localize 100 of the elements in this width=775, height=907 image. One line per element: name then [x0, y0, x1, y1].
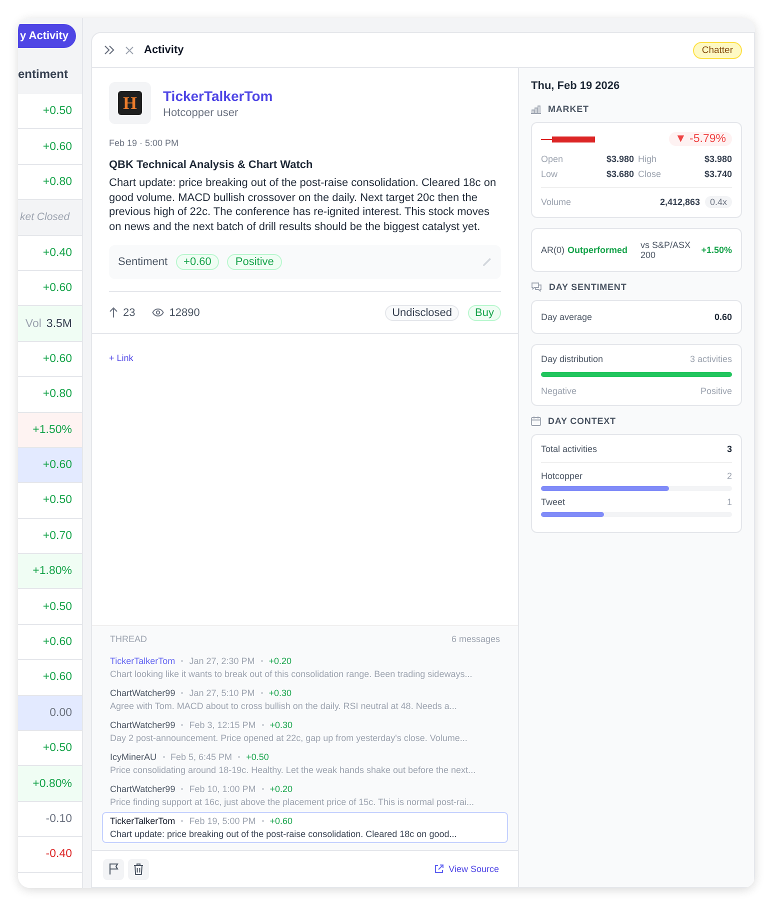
- post-title: QBK Technical Analysis & Chart Watch: [109, 159, 314, 171]
- section-title: DAY SENTIMENT: [549, 282, 627, 292]
- sentiment-value: +0.50: [42, 600, 72, 613]
- list-row[interactable]: +0.60: [18, 448, 82, 484]
- action-tag: Buy: [468, 304, 501, 321]
- sentiment-value: -0.40: [46, 848, 72, 860]
- change-badge: ▼ -5.79%: [668, 132, 732, 146]
- message-author: ChartWatcher99: [110, 720, 176, 730]
- market-closed-label: ket Closed: [20, 211, 70, 224]
- message-author: IcyMinerAU: [110, 752, 157, 762]
- sentiment-score: +0.60: [176, 254, 220, 270]
- section-title: MARKET: [548, 104, 589, 114]
- date-heading: Thu, Feb 19 2026: [531, 80, 621, 92]
- total-label: Total activities: [541, 444, 598, 454]
- price-label: Close: [638, 169, 662, 179]
- message-author: ChartWatcher99: [110, 784, 176, 794]
- list-row[interactable]: +0.80%: [18, 766, 82, 802]
- sentiment-value: +0.40: [42, 246, 72, 259]
- ar-label: AR(0): [541, 245, 565, 255]
- activity-count: 3 activities: [690, 354, 732, 364]
- thread-message[interactable]: ChartWatcher99 Jan 27, 5:10 PM +0.30 Agree with Tom. MACD about to cross bullish on the daily. RSI neutral at 48. Needs a...: [102, 684, 508, 715]
- message-score: +0.30: [270, 720, 293, 730]
- sentiment-value: 0.00: [50, 706, 72, 719]
- sentiment-value: +0.60: [42, 636, 72, 648]
- thread-message[interactable]: IcyMinerAU Feb 5, 6:45 PM +0.50 Price consolidating around 18-19c. Healthy. Let the weak hands shake out before the next...: [102, 748, 508, 779]
- distribution-label: Day distribution: [541, 354, 604, 364]
- thread-message[interactable]: TickerTalkerTom Feb 19, 5:00 PM +0.60 Chart update: price breaking out of the post-raise consolidation. Cleared 18c on good...: [102, 812, 508, 843]
- message-author: TickerTalkerTom: [110, 816, 176, 826]
- change-value: +1.50%: [32, 424, 72, 436]
- section-title: DAY CONTEXT: [548, 416, 616, 426]
- sentiment-value: +0.80: [42, 388, 72, 400]
- negative-label: Negative: [541, 386, 577, 396]
- message-preview: Agree with Tom. MACD about to cross bullish on the daily. RSI neutral at 48. Needs a...: [110, 701, 458, 711]
- eye-icon: [152, 308, 164, 318]
- sentiment-value: +0.60: [42, 140, 72, 153]
- post-body: Chart update: price breaking out of the post-raise consolidation. Cleared 18c on good volume. MACD bullish crossover on the daily. Next target 20c then the previous high of 22c. The conference has re-ignited interest. This stock moves on news and the next batch of drill results should be the biggest catalyst yet.: [109, 176, 498, 234]
- price-value: $3.980: [703, 154, 732, 164]
- view-source-link[interactable]: View Source: [434, 864, 507, 874]
- bar-chart-icon: [531, 104, 541, 114]
- ar-result: Outperformed: [568, 245, 628, 255]
- thread-message[interactable]: ChartWatcher99 Feb 10, 1:00 PM +0.20 Price finding support at 16c, just above the placement price of 15c. This is normal post-rai...: [102, 780, 508, 811]
- price-value: $3.680: [605, 169, 634, 179]
- list-row[interactable]: +1.50%: [18, 412, 82, 448]
- upvote-count: 23: [123, 306, 136, 319]
- message-time: Feb 10, 1:00 PM: [189, 784, 256, 794]
- view-count: 12890: [169, 306, 200, 319]
- message-time: Feb 3, 12:15 PM: [189, 720, 256, 730]
- my-activity-button[interactable]: y Activity: [18, 24, 76, 48]
- trash-icon: [133, 863, 144, 875]
- flag-button[interactable]: [103, 858, 124, 880]
- source-count: 1: [726, 497, 732, 507]
- list-row[interactable]: +0.70: [18, 518, 82, 554]
- list-row[interactable]: +1.80%: [18, 554, 82, 590]
- author-name[interactable]: TickerTalkerTom: [163, 88, 273, 104]
- message-preview: Price finding support at 16c, just above the placement price of 15c. This is normal post-rai...: [110, 797, 476, 807]
- sentiment-value: +0.60: [42, 352, 72, 365]
- sentiment-value: +0.50: [42, 742, 72, 754]
- close-icon[interactable]: [125, 46, 134, 54]
- price-value: $3.980: [605, 154, 634, 164]
- flag-icon: [108, 863, 120, 875]
- list-row[interactable]: 0.00: [18, 696, 82, 732]
- sentiment-label: Sentiment: [118, 256, 168, 268]
- message-time: Feb 19, 5:00 PM: [189, 816, 256, 826]
- sentiment-value: +0.50: [42, 494, 72, 506]
- change-value: +1.80%: [32, 565, 72, 578]
- source-name: Tweet: [541, 497, 566, 507]
- chatter-badge: Chatter: [692, 42, 742, 58]
- source-name: Hotcopper: [541, 471, 583, 481]
- list-row[interactable]: Vol 3.5M: [18, 306, 82, 342]
- position-tag: Undisclosed: [385, 304, 460, 321]
- post-time: Feb 19 · 5:00 PM: [109, 138, 180, 148]
- list-row[interactable]: +0.60: [18, 342, 82, 378]
- day-average-value: 0.60: [714, 312, 732, 322]
- sentiment-value: -0.10: [46, 813, 72, 825]
- message-time: Jan 27, 2:30 PM: [189, 656, 255, 666]
- message-preview: Price consolidating around 18-19c. Healthy. Let the weak hands shake out before the next...: [110, 765, 477, 775]
- list-row[interactable]: +0.40: [18, 236, 82, 271]
- message-score: +0.60: [270, 816, 293, 826]
- volume-label: Vol: [25, 318, 42, 330]
- sentiment-value: +0.80: [42, 176, 72, 188]
- sentiment-value: +0.60: [42, 671, 72, 684]
- delete-button[interactable]: [128, 858, 149, 880]
- message-author: TickerTalkerTom: [110, 656, 176, 666]
- ar-value: +1.50%: [701, 245, 732, 255]
- author-role: Hotcopper user: [163, 106, 240, 118]
- external-link-icon: [434, 864, 444, 874]
- change-value: +0.80%: [32, 778, 72, 790]
- double-chevron-icon[interactable]: [104, 45, 115, 55]
- sentiment-value: +0.60: [42, 459, 72, 472]
- list-row[interactable]: ket Closed: [18, 200, 82, 236]
- volume-value: 2,412,863: [660, 197, 700, 207]
- positive-label: Positive: [700, 386, 732, 396]
- panel-title: Activity: [144, 44, 185, 56]
- message-count: 6 messages: [451, 634, 500, 644]
- thread-message[interactable]: TickerTalkerTom Jan 27, 2:30 PM +0.20 Chart looking like it wants to break out of this consolidation range. Been trading sideways...: [102, 652, 508, 683]
- source-logo: H: [109, 82, 151, 124]
- thread-message[interactable]: ChartWatcher99 Feb 3, 12:15 PM +0.30 Day 2 post-announcement. Price opened at 22c, gap up from yesterday's close. Volume...: [102, 716, 508, 747]
- add-link[interactable]: + Link: [109, 353, 134, 364]
- up-arrow-icon: [109, 307, 118, 318]
- price-label: Open: [541, 154, 564, 164]
